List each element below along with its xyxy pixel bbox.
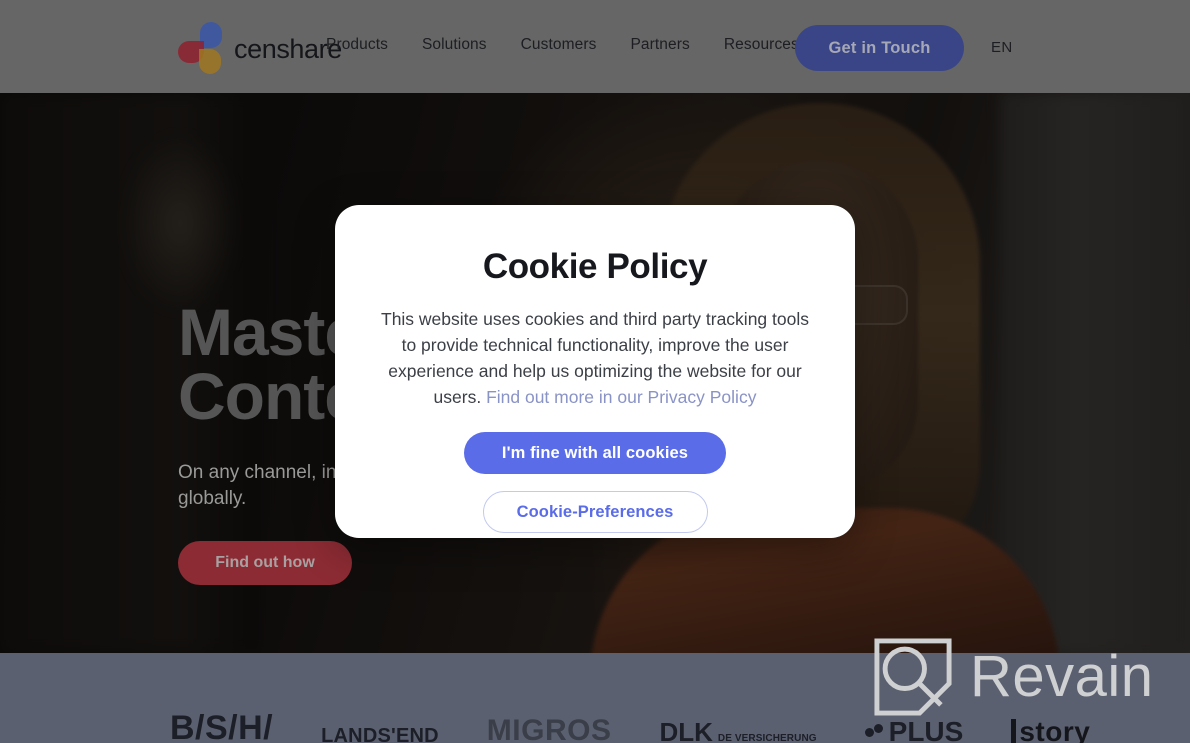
page-root: censhare Products Solutions Customers Pa… (0, 0, 1190, 743)
cookie-preferences-button[interactable]: Cookie-Preferences (482, 491, 708, 533)
dialog-title: Cookie Policy (482, 247, 708, 286)
accept-all-cookies-button[interactable]: I'm fine with all cookies (464, 432, 726, 474)
privacy-policy-link[interactable]: Find out more in our Privacy Policy (486, 387, 756, 407)
dialog-body-text: This website uses cookies and third part… (369, 306, 821, 410)
cookie-policy-dialog: Cookie Policy This website uses cookies … (335, 205, 855, 538)
